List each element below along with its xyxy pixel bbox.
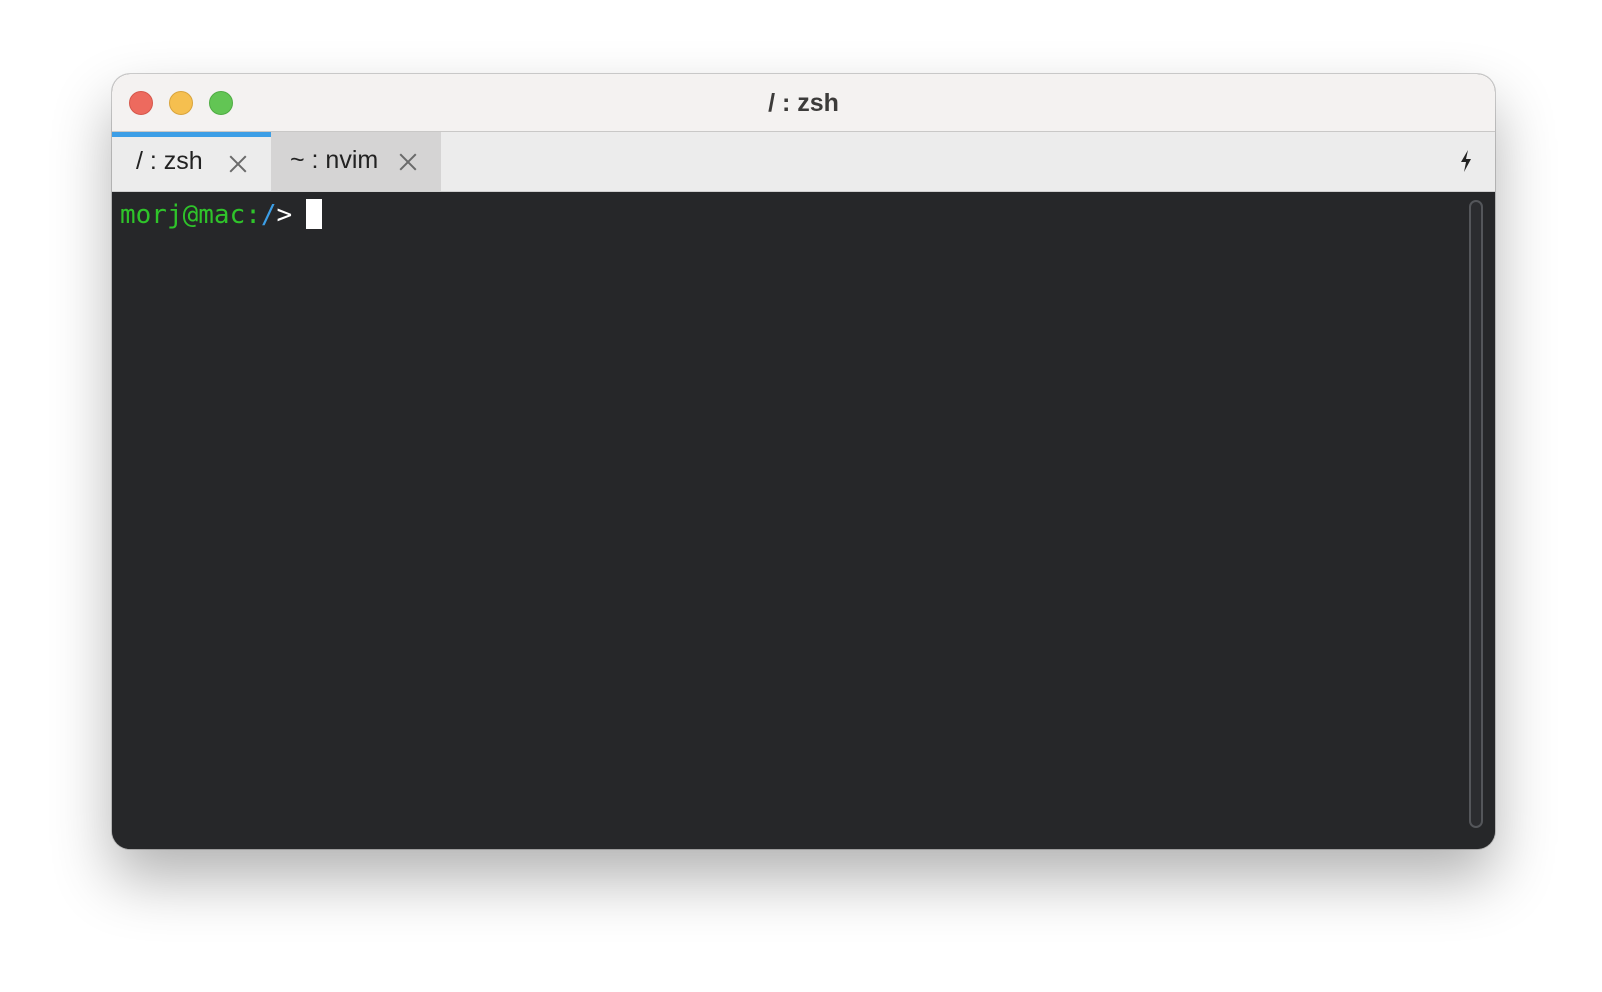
window-title: / : zsh bbox=[768, 89, 839, 117]
terminal-window: / : zsh / : zsh ~ : nvim morj@mac:/> bbox=[112, 74, 1495, 849]
prompt-line: morj@mac:/> bbox=[120, 198, 323, 232]
tab-label: ~ : nvim bbox=[290, 146, 379, 174]
terminal-area[interactable]: morj@mac:/> bbox=[112, 192, 1495, 849]
close-tab-icon[interactable] bbox=[227, 153, 249, 175]
tab-zsh[interactable]: / : zsh bbox=[112, 132, 271, 191]
text-cursor bbox=[306, 199, 323, 229]
prompt-user-host: morj@mac: bbox=[120, 200, 261, 230]
bolt-icon[interactable] bbox=[1455, 148, 1477, 174]
prompt-symbol: > bbox=[276, 200, 293, 230]
title-bar[interactable]: / : zsh bbox=[112, 74, 1495, 132]
tab-bar: / : zsh ~ : nvim bbox=[112, 132, 1495, 192]
scrollbar[interactable] bbox=[1469, 200, 1483, 828]
tab-label: / : zsh bbox=[136, 147, 203, 175]
tab-nvim[interactable]: ~ : nvim bbox=[271, 132, 441, 191]
prompt-path: / bbox=[260, 200, 277, 230]
close-tab-icon[interactable] bbox=[397, 151, 419, 173]
